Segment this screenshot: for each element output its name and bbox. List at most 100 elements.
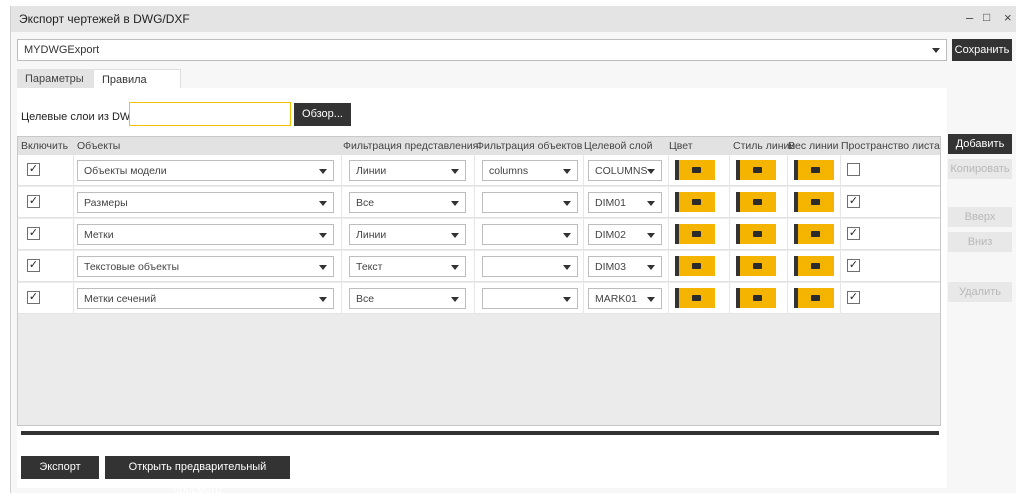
divider-bar xyxy=(21,431,939,435)
minimize-button[interactable]: – xyxy=(966,10,973,25)
linestyle-swatch[interactable] xyxy=(736,288,776,308)
target-layer-select[interactable]: DIM03 xyxy=(588,256,662,277)
layer-rules-table: Включить Объекты Фильтрация представлени… xyxy=(17,136,941,426)
object-filter-select[interactable] xyxy=(482,288,578,309)
add-button[interactable]: Добавить xyxy=(948,134,1012,154)
objects-select[interactable]: Объекты модели xyxy=(77,160,334,181)
color-swatch[interactable] xyxy=(675,224,715,244)
maximize-button[interactable]: □ xyxy=(983,10,990,24)
delete-button[interactable]: Удалить xyxy=(948,282,1012,302)
target-layer-select[interactable]: DIM01 xyxy=(588,192,662,213)
chevron-down-icon xyxy=(319,265,327,270)
chevron-down-icon xyxy=(563,265,571,270)
objects-select[interactable]: Размеры xyxy=(77,192,334,213)
chevron-down-icon xyxy=(647,169,655,174)
profile-value: MYDWGExport xyxy=(24,44,100,56)
save-button[interactable]: Сохранить xyxy=(952,39,1012,61)
paperspace-checkbox[interactable]: ✓ xyxy=(847,195,860,208)
objects-select[interactable]: Метки сечений xyxy=(77,288,334,309)
header-view-filter: Фильтрация представления xyxy=(343,140,479,152)
paperspace-checkbox[interactable] xyxy=(847,163,860,176)
swatch-icon xyxy=(753,263,762,269)
target-layers-input[interactable] xyxy=(129,102,291,126)
move-up-button[interactable]: Вверх xyxy=(948,207,1012,227)
view-filter-select[interactable]: Все xyxy=(349,192,466,213)
table-row: ✓ Метки Линии DIM02 ✓ xyxy=(18,219,940,250)
table-row: ✓ Текстовые объекты Текст DIM03 ✓ xyxy=(18,251,940,282)
chevron-down-icon xyxy=(319,201,327,206)
linestyle-swatch[interactable] xyxy=(736,224,776,244)
swatch-icon xyxy=(811,295,820,301)
move-down-button[interactable]: Вниз xyxy=(948,232,1012,252)
target-layer-select[interactable]: COLUMNS xyxy=(588,160,662,181)
view-filter-select[interactable]: Все xyxy=(349,288,466,309)
view-filter-select[interactable]: Текст xyxy=(349,256,466,277)
paperspace-checkbox[interactable]: ✓ xyxy=(847,259,860,272)
open-preview-button[interactable]: Открыть предварительный просмотр xyxy=(105,456,290,496)
table-row: ✓ Объекты модели Линии columns COLUMNS xyxy=(18,155,940,186)
object-filter-select[interactable] xyxy=(482,192,578,213)
window-title: Экспорт чертежей в DWG/DXF xyxy=(19,12,190,26)
header-objects: Объекты xyxy=(77,140,121,152)
header-lineweight: Вес линии xyxy=(788,140,839,152)
swatch-icon xyxy=(692,263,701,269)
chevron-down-icon xyxy=(319,297,327,302)
close-button[interactable]: × xyxy=(1004,10,1012,25)
swatch-icon xyxy=(692,167,701,173)
view-filter-select[interactable]: Линии xyxy=(349,160,466,181)
tab-parameters[interactable]: Параметры xyxy=(17,69,93,89)
browse-button[interactable]: Обзор... xyxy=(294,103,351,126)
swatch-icon xyxy=(753,199,762,205)
chevron-down-icon xyxy=(451,297,459,302)
enable-checkbox[interactable]: ✓ xyxy=(27,195,40,208)
lineweight-swatch[interactable] xyxy=(794,256,834,276)
color-swatch[interactable] xyxy=(675,288,715,308)
color-swatch[interactable] xyxy=(675,160,715,180)
profile-select[interactable]: MYDWGExport xyxy=(17,39,947,61)
header-color: Цвет xyxy=(669,140,693,152)
chevron-down-icon xyxy=(647,233,655,238)
chevron-down-icon xyxy=(319,233,327,238)
linestyle-swatch[interactable] xyxy=(736,256,776,276)
header-object-filter: Фильтрация объектов xyxy=(476,140,583,152)
object-filter-select[interactable] xyxy=(482,256,578,277)
enable-checkbox[interactable]: ✓ xyxy=(27,259,40,272)
object-filter-select[interactable]: columns xyxy=(482,160,578,181)
chevron-down-icon xyxy=(451,169,459,174)
linestyle-swatch[interactable] xyxy=(736,160,776,180)
title-bar: Экспорт чертежей в DWG/DXF – □ × xyxy=(11,6,1016,32)
lineweight-swatch[interactable] xyxy=(794,192,834,212)
enable-checkbox[interactable]: ✓ xyxy=(27,291,40,304)
color-swatch[interactable] xyxy=(675,256,715,276)
object-filter-select[interactable] xyxy=(482,224,578,245)
paperspace-checkbox[interactable]: ✓ xyxy=(847,227,860,240)
swatch-icon xyxy=(692,231,701,237)
lineweight-swatch[interactable] xyxy=(794,288,834,308)
paperspace-checkbox[interactable]: ✓ xyxy=(847,291,860,304)
swatch-icon xyxy=(753,167,762,173)
target-layer-select[interactable]: DIM02 xyxy=(588,224,662,245)
copy-button[interactable]: Копировать xyxy=(948,159,1012,179)
view-filter-select[interactable]: Линии xyxy=(349,224,466,245)
chevron-down-icon xyxy=(563,297,571,302)
lineweight-swatch[interactable] xyxy=(794,224,834,244)
chevron-down-icon xyxy=(563,201,571,206)
color-swatch[interactable] xyxy=(675,192,715,212)
objects-select[interactable]: Текстовые объекты xyxy=(77,256,334,277)
enable-checkbox[interactable]: ✓ xyxy=(27,163,40,176)
enable-checkbox[interactable]: ✓ xyxy=(27,227,40,240)
objects-select[interactable]: Метки xyxy=(77,224,334,245)
export-dialog: Экспорт чертежей в DWG/DXF – □ × MYDWGEx… xyxy=(10,6,1016,496)
table-row: ✓ Размеры Все DIM01 ✓ xyxy=(18,187,940,218)
target-layer-select[interactable]: MARK01 xyxy=(588,288,662,309)
chevron-down-icon xyxy=(563,169,571,174)
chevron-down-icon xyxy=(451,233,459,238)
swatch-icon xyxy=(753,231,762,237)
swatch-icon xyxy=(811,167,820,173)
export-button[interactable]: Экспорт xyxy=(21,456,99,479)
linestyle-swatch[interactable] xyxy=(736,192,776,212)
lineweight-swatch[interactable] xyxy=(794,160,834,180)
swatch-icon xyxy=(811,199,820,205)
chevron-down-icon xyxy=(451,201,459,206)
tab-layer-rules[interactable]: Правила слоя xyxy=(93,69,181,106)
